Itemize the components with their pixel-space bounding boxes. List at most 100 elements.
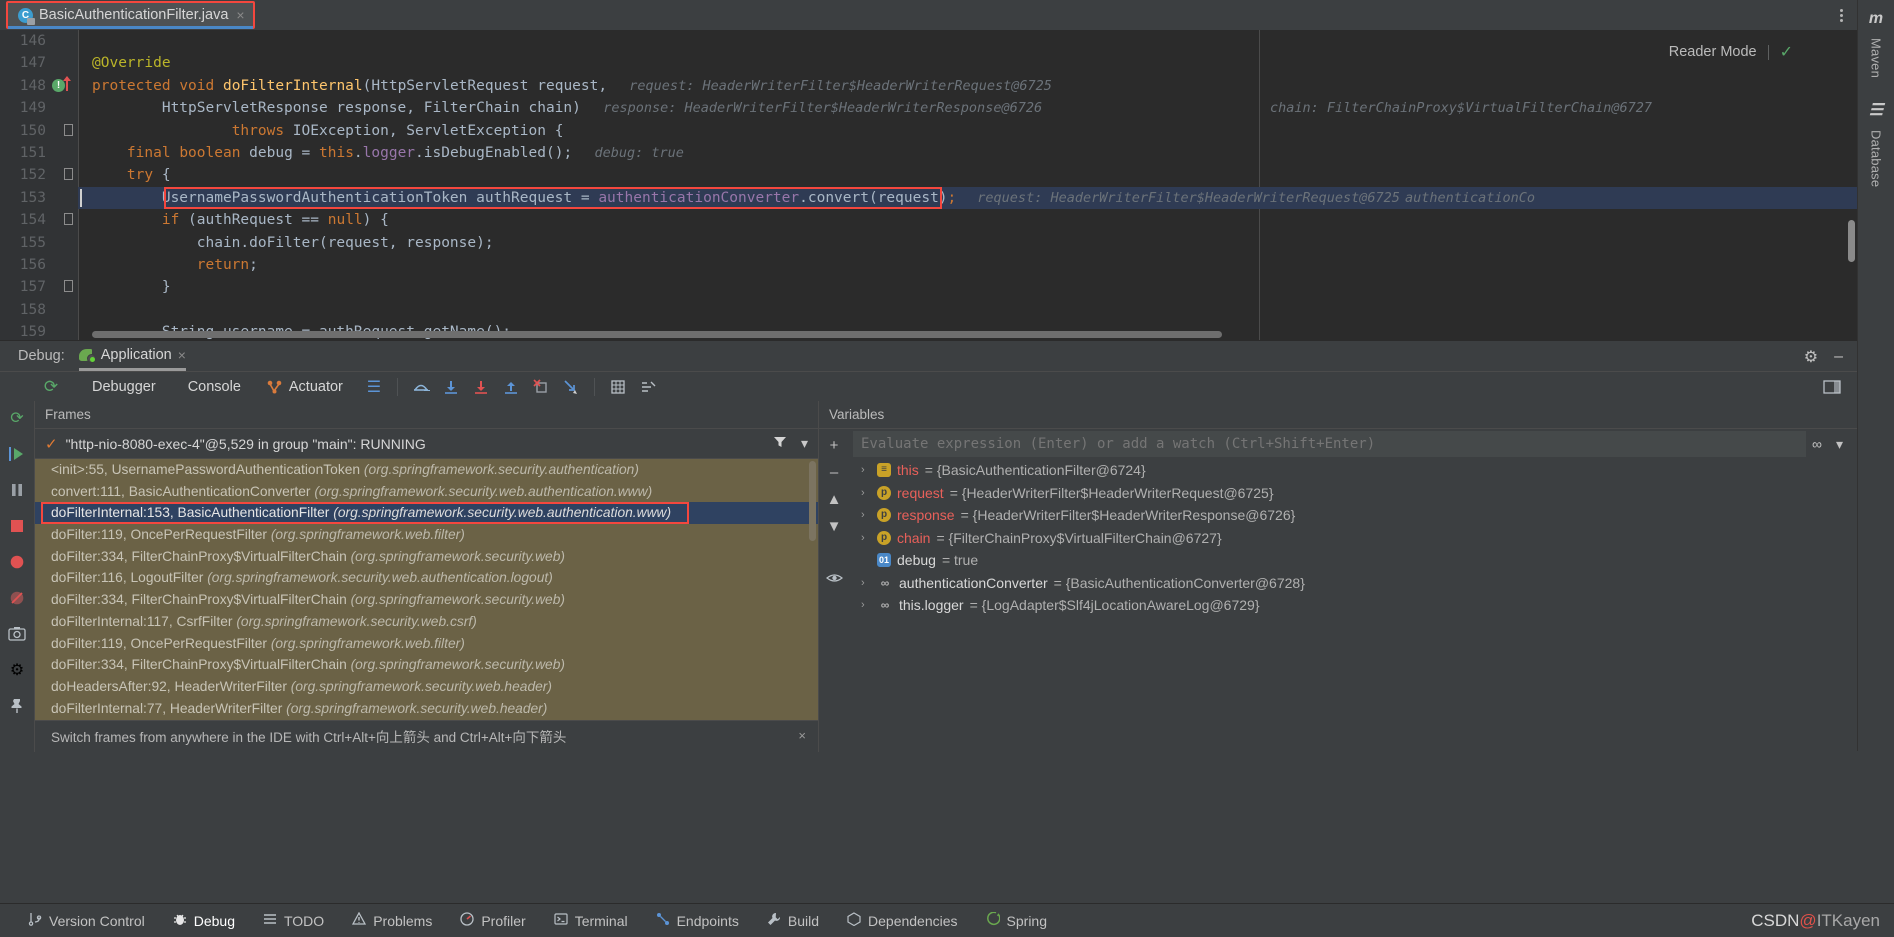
step-into-icon[interactable]: [440, 376, 462, 398]
code-line-146[interactable]: 146: [0, 30, 1857, 52]
move-down-icon[interactable]: ▼: [827, 518, 842, 535]
inline-debug-hint[interactable]: request: HeaderWriterFilter$HeaderWriter…: [629, 75, 1052, 97]
tool-window-maven[interactable]: Maven: [1869, 38, 1884, 78]
tool-window-database[interactable]: Database: [1869, 130, 1884, 187]
code-fold-icon[interactable]: [64, 214, 73, 225]
evaluate-expression-input[interactable]: [853, 431, 1806, 457]
frames-scrollbar[interactable]: [809, 461, 816, 541]
inline-debug-hint[interactable]: response: HeaderWriterFilter$HeaderWrite…: [603, 97, 1042, 119]
code-line-156[interactable]: 156 return;: [0, 254, 1857, 276]
editor-tab-basicauthenticationfilter[interactable]: C BasicAuthenticationFilter.java ×: [6, 1, 255, 29]
inline-debug-hint-secondary[interactable]: chain: FilterChainProxy$VirtualFilterCha…: [1270, 97, 1652, 119]
frame-list-item[interactable]: doFilterInternal:77, HeaderWriterFilter …: [35, 698, 818, 720]
tab-actuator[interactable]: Actuator: [257, 379, 359, 395]
frame-list-item[interactable]: convert:111, BasicAuthenticationConverte…: [35, 481, 818, 503]
frame-list-item[interactable]: <init>:55, UsernamePasswordAuthenticatio…: [35, 459, 818, 481]
variable-row[interactable]: ›presponse= {HeaderWriterFilter$HeaderWr…: [849, 504, 1857, 527]
close-icon[interactable]: ×: [798, 728, 806, 743]
chevron-right-icon[interactable]: ›: [861, 459, 871, 482]
settings-icon[interactable]: ⚙: [6, 659, 28, 681]
code-fold-icon[interactable]: [64, 169, 73, 180]
filter-icon[interactable]: [773, 435, 787, 452]
code-line-149[interactable]: 149 HttpServletResponse response, Filter…: [0, 97, 1857, 119]
code-line-152[interactable]: 152 try {: [0, 164, 1857, 186]
frame-list-item[interactable]: doFilter:116, LogoutFilter (org.springfr…: [35, 567, 818, 589]
frame-list-item[interactable]: doFilter:334, FilterChainProxy$VirtualFi…: [35, 589, 818, 611]
status-bar-item-version-control[interactable]: Version Control: [14, 912, 159, 929]
code-fold-icon[interactable]: [64, 125, 73, 136]
code-line-155[interactable]: 155 chain.doFilter(request, response);: [0, 232, 1857, 254]
code-fold-icon[interactable]: [64, 281, 73, 292]
move-up-icon[interactable]: ▲: [827, 491, 842, 508]
gear-icon[interactable]: ⚙: [1804, 347, 1818, 367]
tab-debugger[interactable]: Debugger: [76, 379, 172, 395]
watch-eye-icon[interactable]: [826, 571, 843, 588]
frame-list-item[interactable]: doFilter:334, FilterChainProxy$VirtualFi…: [35, 546, 818, 568]
inline-debug-hint[interactable]: debug: true: [595, 142, 684, 164]
inspection-ok-icon[interactable]: ✓: [1780, 42, 1793, 62]
code-line-153[interactable]: 153 UsernamePasswordAuthenticationToken …: [0, 187, 1857, 209]
breakpoints-icon[interactable]: [6, 551, 28, 573]
maven-icon[interactable]: m: [1869, 10, 1883, 28]
step-over-icon[interactable]: [410, 376, 432, 398]
remove-watch-icon[interactable]: –: [830, 464, 838, 481]
code-line-154[interactable]: 154 if (authRequest == null) {: [0, 209, 1857, 231]
chevron-right-icon[interactable]: ›: [861, 504, 871, 527]
screenshot-icon[interactable]: [6, 623, 28, 645]
pause-icon[interactable]: [6, 479, 28, 501]
variable-row[interactable]: ›∞authenticationConverter= {BasicAuthent…: [849, 572, 1857, 595]
variable-row[interactable]: 01debug= true: [849, 549, 1857, 572]
step-out-icon[interactable]: [500, 376, 522, 398]
chevron-right-icon[interactable]: ›: [861, 594, 871, 617]
inline-debug-hint-secondary[interactable]: authenticationCo: [1405, 187, 1535, 209]
status-bar-item-spring[interactable]: Spring: [972, 912, 1061, 929]
pin-icon[interactable]: [6, 695, 28, 717]
layout-icon[interactable]: ☰: [363, 376, 385, 398]
database-icon[interactable]: ☰: [1869, 100, 1883, 120]
evaluate-icon[interactable]: [607, 376, 629, 398]
frames-list[interactable]: <init>:55, UsernamePasswordAuthenticatio…: [35, 459, 818, 720]
status-bar-item-endpoints[interactable]: Endpoints: [642, 912, 753, 929]
status-bar-item-todo[interactable]: TODO: [249, 912, 338, 929]
inline-debug-hint[interactable]: request: HeaderWriterFilter$HeaderWriter…: [977, 187, 1400, 209]
code-line-157[interactable]: 157 }: [0, 276, 1857, 298]
code-line-147[interactable]: 147@Override: [0, 52, 1857, 74]
add-watch-icon[interactable]: +: [830, 437, 839, 454]
variable-row[interactable]: ›pchain= {FilterChainProxy$VirtualFilter…: [849, 527, 1857, 550]
more-options-icon[interactable]: [1832, 6, 1850, 24]
code-line-150[interactable]: 150 throws IOException, ServletException…: [0, 120, 1857, 142]
close-icon[interactable]: ×: [178, 347, 186, 363]
reader-mode-indicator[interactable]: Reader Mode ✓: [1669, 42, 1793, 62]
frame-list-item[interactable]: doFilter:119, OncePerRequestFilter (org.…: [35, 633, 818, 655]
frame-list-item[interactable]: doFilter:119, OncePerRequestFilter (org.…: [35, 524, 818, 546]
frame-list-item[interactable]: doHeadersAfter:92, HeaderWriterFilter (o…: [35, 676, 818, 698]
variable-row[interactable]: ›∞this.logger= {LogAdapter$Slf4jLocation…: [849, 594, 1857, 617]
rerun-icon[interactable]: ⟳: [6, 407, 28, 429]
status-bar-item-profiler[interactable]: Profiler: [446, 912, 539, 929]
run-to-cursor-icon[interactable]: [560, 376, 582, 398]
variable-row[interactable]: ›prequest= {HeaderWriterFilter$HeaderWri…: [849, 482, 1857, 505]
chevron-right-icon[interactable]: ›: [861, 572, 871, 595]
minimize-icon[interactable]: –: [1834, 348, 1843, 366]
infinity-icon[interactable]: ∞: [1812, 436, 1822, 452]
chevron-right-icon[interactable]: ›: [861, 527, 871, 550]
editor-horizontal-scrollbar[interactable]: [92, 331, 1222, 338]
chevron-down-icon[interactable]: ▾: [801, 435, 808, 452]
status-bar-item-debug[interactable]: Debug: [159, 912, 249, 929]
code-line-148[interactable]: 148!protected void doFilterInternal(Http…: [0, 75, 1857, 97]
tab-console[interactable]: Console: [172, 379, 257, 395]
frame-list-item[interactable]: doFilterInternal:153, BasicAuthenticatio…: [35, 502, 818, 524]
variable-row[interactable]: ›≡this= {BasicAuthenticationFilter@6724}: [849, 459, 1857, 482]
debug-session-tab-application[interactable]: Application ×: [79, 347, 186, 366]
status-bar-item-dependencies[interactable]: Dependencies: [833, 912, 972, 929]
status-bar-item-problems[interactable]: Problems: [338, 912, 446, 929]
close-icon[interactable]: ×: [236, 7, 244, 23]
chevron-right-icon[interactable]: ›: [861, 482, 871, 505]
chevron-down-icon[interactable]: ▾: [1836, 436, 1843, 453]
status-bar-item-terminal[interactable]: Terminal: [540, 912, 642, 929]
mute-breakpoints-icon[interactable]: [6, 587, 28, 609]
code-line-151[interactable]: 151 final boolean debug = this.logger.is…: [0, 142, 1857, 164]
restore-layout-icon[interactable]: [1821, 376, 1843, 398]
frame-list-item[interactable]: doFilterInternal:117, CsrfFilter (org.sp…: [35, 611, 818, 633]
rerun-icon[interactable]: ⟳: [40, 376, 62, 398]
